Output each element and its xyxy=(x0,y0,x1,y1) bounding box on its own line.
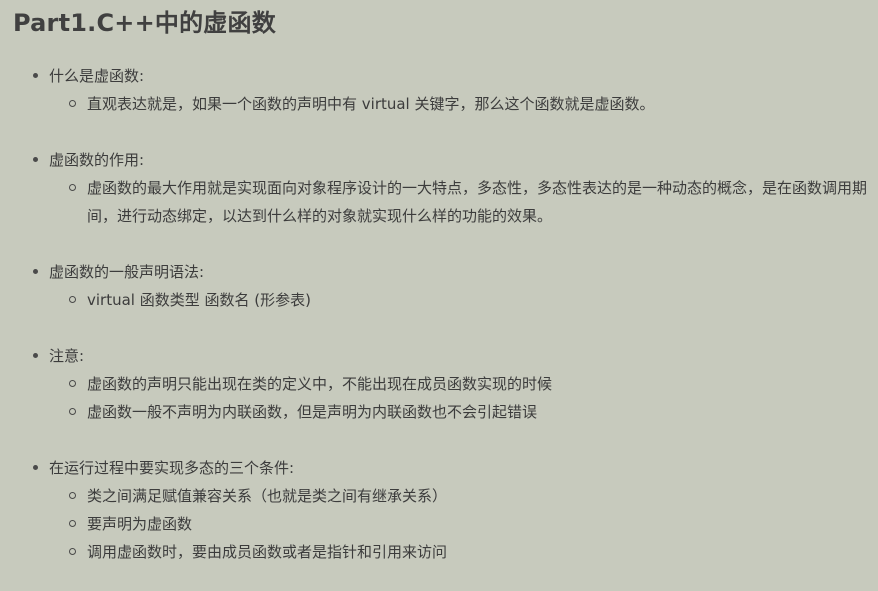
list-item: 直观表达就是，如果一个函数的声明中有 virtual 关键字，那么这个函数就是虚… xyxy=(49,90,868,118)
list-item: 虚函数的声明只能出现在类的定义中，不能出现在成员函数实现的时候 xyxy=(49,370,868,398)
document-page: Part1.C++中的虚函数 什么是虚函数: 直观表达就是，如果一个函数的声明中… xyxy=(0,0,878,591)
page-title: Part1.C++中的虚函数 xyxy=(13,9,276,37)
section-polymorphism-conditions: 在运行过程中要实现多态的三个条件: 类之间满足赋值兼容关系（也就是类之间有继承关… xyxy=(13,454,868,566)
section-title: 虚函数的作用: xyxy=(49,151,145,169)
sub-list: 虚函数的声明只能出现在类的定义中，不能出现在成员函数实现的时候 虚函数一般不声明… xyxy=(49,370,868,426)
section-what-is-virtual-function: 什么是虚函数: 直观表达就是，如果一个函数的声明中有 virtual 关键字，那… xyxy=(13,62,868,118)
list-item: 虚函数的最大作用就是实现面向对象程序设计的一大特点，多态性，多态性表达的是一种动… xyxy=(49,174,868,230)
sub-list: 类之间满足赋值兼容关系（也就是类之间有继承关系） 要声明为虚函数 调用虚函数时，… xyxy=(49,482,868,566)
list-item: virtual 函数类型 函数名 (形参表) xyxy=(49,286,868,314)
list-item: 虚函数一般不声明为内联函数，但是声明为内联函数也不会引起错误 xyxy=(49,398,868,426)
section-list: 什么是虚函数: 直观表达就是，如果一个函数的声明中有 virtual 关键字，那… xyxy=(13,62,868,566)
section-title: 什么是虚函数: xyxy=(49,67,145,85)
section-declaration-syntax: 虚函数的一般声明语法: virtual 函数类型 函数名 (形参表) xyxy=(13,258,868,314)
list-item: 类之间满足赋值兼容关系（也就是类之间有继承关系） xyxy=(49,482,868,510)
section-title: 注意: xyxy=(49,347,85,365)
section-notes: 注意: 虚函数的声明只能出现在类的定义中，不能出现在成员函数实现的时候 虚函数一… xyxy=(13,342,868,426)
section-title: 虚函数的一般声明语法: xyxy=(49,263,205,281)
sub-list: virtual 函数类型 函数名 (形参表) xyxy=(49,286,868,314)
section-title: 在运行过程中要实现多态的三个条件: xyxy=(49,459,295,477)
list-item: 要声明为虚函数 xyxy=(49,510,868,538)
list-item: 调用虚函数时，要由成员函数或者是指针和引用来访问 xyxy=(49,538,868,566)
section-purpose: 虚函数的作用: 虚函数的最大作用就是实现面向对象程序设计的一大特点，多态性，多态… xyxy=(13,146,868,230)
sub-list: 直观表达就是，如果一个函数的声明中有 virtual 关键字，那么这个函数就是虚… xyxy=(49,90,868,118)
sub-list: 虚函数的最大作用就是实现面向对象程序设计的一大特点，多态性，多态性表达的是一种动… xyxy=(49,174,868,230)
